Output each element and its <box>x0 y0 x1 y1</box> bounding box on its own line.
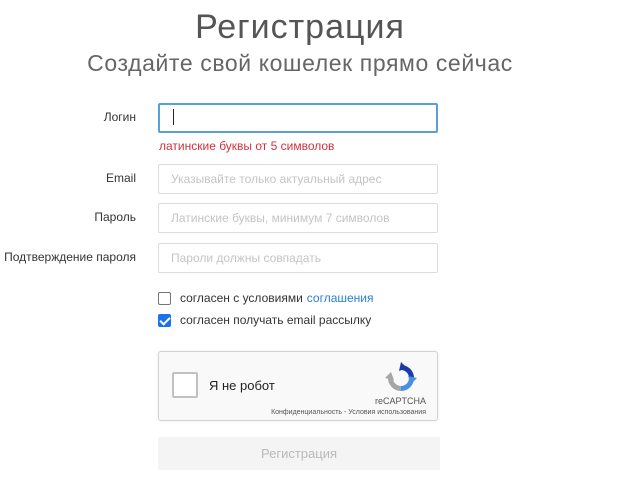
recaptcha-widget: Я не робот reCAPTCHA Конфиденциальность … <box>158 351 438 421</box>
confirm-password-label: Подтверждение пароля <box>4 250 136 264</box>
email-label: Email <box>105 171 136 185</box>
recaptcha-label: Я не робот <box>209 378 275 393</box>
login-label: Логин <box>103 110 136 124</box>
recaptcha-terms[interactable]: Конфиденциальность - Условия использован… <box>271 409 426 416</box>
text-caret <box>173 109 174 125</box>
agree-email-row: согласен получать email рассылку <box>158 312 371 328</box>
password-input[interactable] <box>158 203 438 233</box>
password-label: Пароль <box>94 210 136 224</box>
agree-email-checkbox[interactable] <box>158 313 171 327</box>
agreement-link[interactable]: соглашения <box>307 291 374 305</box>
agree-terms-text: согласен с условиями <box>180 291 303 305</box>
agree-terms-checkbox[interactable] <box>158 291 171 305</box>
recaptcha-checkbox[interactable] <box>172 372 198 398</box>
recaptcha-brand: reCAPTCHA <box>374 396 426 406</box>
login-hint: латинские буквы от 5 символов <box>159 139 335 153</box>
login-input[interactable] <box>158 103 438 133</box>
agree-email-text: согласен получать email рассылку <box>180 313 372 327</box>
recaptcha-logo-icon <box>385 362 417 391</box>
email-input[interactable] <box>158 164 438 194</box>
confirm-password-input[interactable] <box>158 243 438 273</box>
register-button[interactable]: Регистрация <box>158 437 440 470</box>
page-title: Регистрация <box>195 8 405 46</box>
page-subtitle: Создайте свой кошелек прямо сейчас <box>87 50 513 76</box>
agree-terms-row: согласен с условиями соглашения <box>158 290 374 306</box>
